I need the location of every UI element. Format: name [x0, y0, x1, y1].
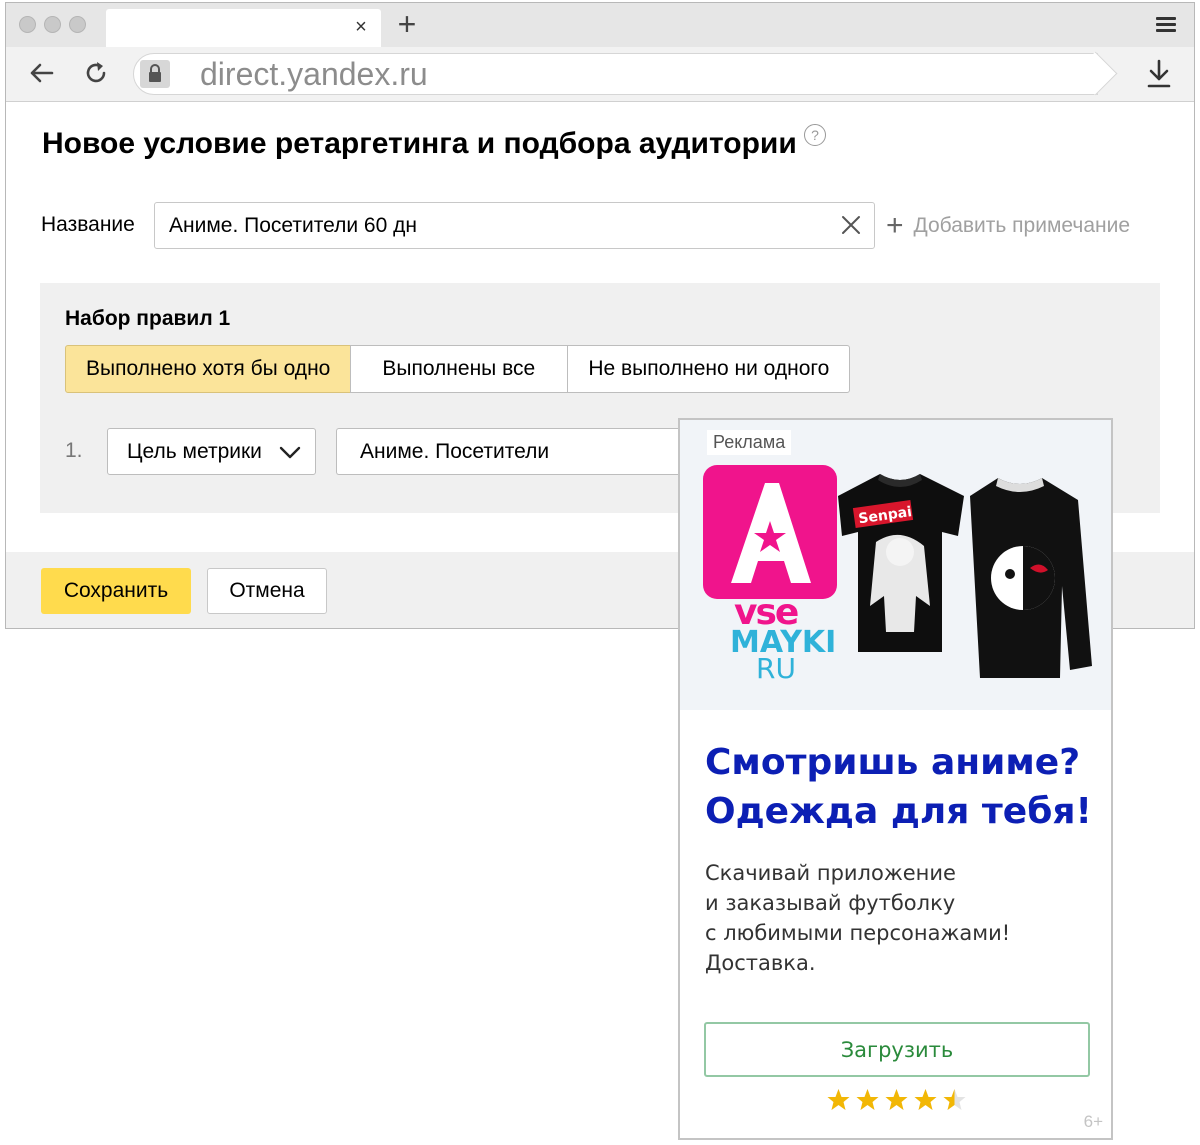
rule-number: 1.	[65, 439, 83, 462]
rule-mode-switch: Выполнено хотя бы одно Выполнены все Не …	[65, 345, 851, 393]
add-note-link[interactable]: + Добавить примечание	[886, 211, 1130, 241]
browser-tab[interactable]: ×	[106, 9, 381, 47]
clear-icon[interactable]	[839, 213, 863, 237]
ad-body-line: Скачивай приложение	[705, 861, 956, 885]
menu-icon[interactable]	[1156, 17, 1176, 33]
ad-image-area: Реклама vse MAYKI RU Senpai	[680, 420, 1111, 710]
lock-icon	[140, 60, 170, 88]
page-title: Новое условие ретаргетинга и подбора ауд…	[42, 127, 797, 160]
ad-body-line: и заказывай футболку	[705, 891, 956, 915]
ad-label: Реклама	[707, 430, 792, 455]
download-app-button[interactable]: Загрузить	[704, 1022, 1090, 1077]
address-bar[interactable]: direct.yandex.ru	[133, 53, 1098, 95]
brand-logo	[703, 465, 837, 599]
reload-icon[interactable]	[78, 55, 114, 91]
url-text[interactable]: direct.yandex.ru	[200, 56, 428, 92]
window-close-dot[interactable]	[19, 16, 36, 33]
tab-close-icon[interactable]: ×	[351, 15, 371, 39]
star-icon	[914, 1089, 937, 1110]
rating-stars	[826, 1088, 967, 1112]
mode-none-button[interactable]: Не выполнено ни одного	[567, 345, 851, 393]
window-minimize-dot[interactable]	[44, 16, 61, 33]
ad-headline-line-1: Смотришь аниме?	[705, 742, 1081, 783]
name-input[interactable]	[154, 202, 875, 249]
mode-all-button[interactable]: Выполнены все	[350, 345, 569, 393]
ad-banner[interactable]: Реклама vse MAYKI RU Senpai Смотришь ани…	[678, 418, 1113, 1140]
ad-body-text: Скачивай приложение и заказывай футболку…	[705, 858, 1105, 978]
ad-body-line: с любимыми персонажами!	[705, 921, 1011, 945]
navigation-bar: direct.yandex.ru	[6, 47, 1194, 102]
help-icon[interactable]: ?	[804, 124, 826, 146]
chevron-down-icon	[279, 446, 301, 459]
age-rating: 6+	[1083, 1112, 1103, 1131]
ad-headline-line-2: Одежда для тебя!	[705, 791, 1092, 832]
mode-at-least-one-button[interactable]: Выполнено хотя бы одно	[65, 345, 352, 393]
ad-headline[interactable]: Смотришь аниме? Одежда для тебя!	[705, 738, 1105, 836]
rule-goal-field[interactable]: Аниме. Посетители	[336, 428, 696, 475]
window-zoom-dot[interactable]	[69, 16, 86, 33]
star-icon	[943, 1089, 966, 1110]
star-icon	[856, 1089, 879, 1110]
tab-bar: × +	[6, 3, 1194, 47]
star-icon	[827, 1089, 850, 1110]
product-shirts-image: Senpai	[838, 474, 1092, 678]
plus-icon: +	[886, 209, 904, 242]
download-icon[interactable]	[1144, 57, 1174, 91]
add-note-label: Добавить примечание	[913, 214, 1131, 237]
ad-body-line: Доставка.	[705, 951, 816, 975]
rule-set-title: Набор правил 1	[65, 307, 231, 330]
rule-type-select[interactable]: Цель метрики	[107, 428, 316, 475]
back-icon[interactable]	[23, 55, 59, 91]
save-button[interactable]: Сохранить	[41, 568, 191, 614]
rule-type-value: Цель метрики	[127, 439, 262, 463]
brand-name-line-3: RU	[756, 652, 796, 685]
new-tab-button[interactable]: +	[390, 7, 424, 41]
name-label: Название	[41, 213, 135, 236]
cancel-button[interactable]: Отмена	[207, 568, 327, 614]
star-icon	[885, 1089, 908, 1110]
rule-goal-value: Аниме. Посетители	[360, 439, 550, 463]
